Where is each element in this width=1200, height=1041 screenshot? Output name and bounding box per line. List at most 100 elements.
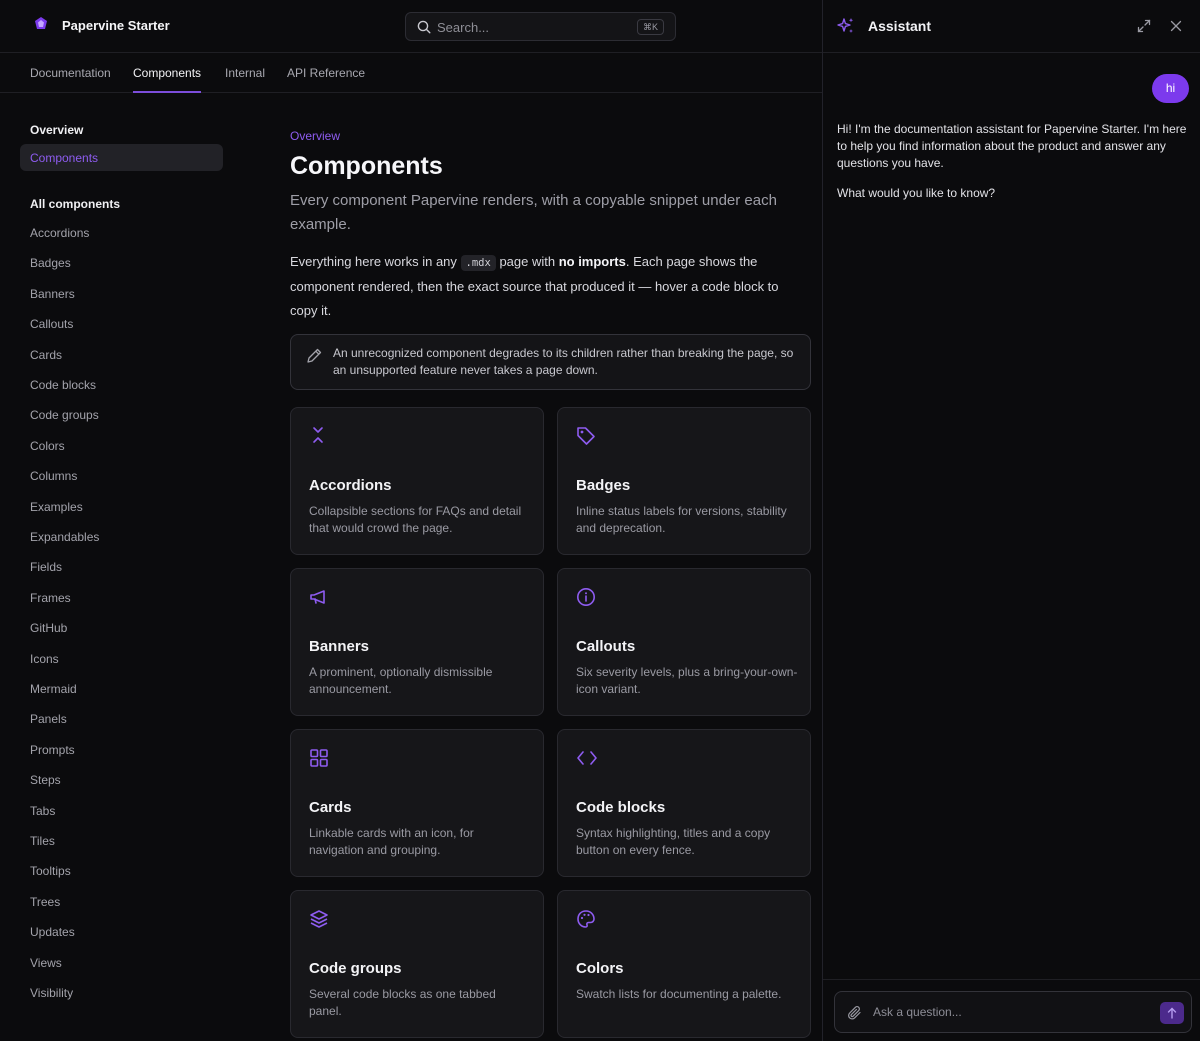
card-code-groups[interactable]: Code groups Several code blocks as one t… [290,890,544,1038]
tab-documentation[interactable]: Documentation [30,66,111,93]
inline-code: .mdx [460,255,496,271]
card-banners[interactable]: Banners A prominent, optionally dismissi… [290,568,544,716]
sidebar-item-banners[interactable]: Banners [30,287,75,301]
megaphone-icon [309,587,329,607]
grid-icon [309,748,329,768]
docs-app: Papervine Starter Search... ⌘K Documenta… [0,0,822,1041]
card-title: Banners [309,638,370,655]
card-accordions[interactable]: Accordions Collapsible sections for FAQs… [290,407,544,555]
card-title: Code blocks [576,799,666,816]
tab-api-reference[interactable]: API Reference [287,66,365,93]
sidebar-item-github[interactable]: GitHub [30,621,67,635]
sidebar-item-icons[interactable]: Icons [30,652,59,666]
tab-components[interactable]: Components [133,66,202,93]
code-icon [576,748,598,768]
ask-question-input[interactable]: Ask a question... [834,991,1192,1033]
sidebar-item-expandables[interactable]: Expandables [30,530,99,544]
sidebar-item-prompts[interactable]: Prompts [30,743,75,757]
sidebar-item-panels[interactable]: Panels [30,712,67,726]
sidebar-item-updates[interactable]: Updates [30,925,75,939]
expand-icon[interactable] [1137,19,1151,33]
card-title: Callouts [576,638,636,655]
card-description: Inline status labels for versions, stabi… [576,504,787,535]
sidebar-item-label: Components [30,151,99,165]
assistant-message: Hi! I'm the documentation assistant for … [837,122,1187,170]
card-description: Collapsible sections for FAQs and detail… [309,504,522,535]
sidebar-item-callouts[interactable]: Callouts [30,317,73,331]
sidebar-item-tiles[interactable]: Tiles [30,834,55,848]
sidebar-section-all-components: All components [30,197,121,211]
close-icon[interactable] [1169,19,1183,33]
assistant-message: What would you like to know? [837,186,996,200]
brand-name[interactable]: Papervine Starter [62,18,170,33]
brand-logo-icon[interactable] [33,16,49,32]
card-description: Several code blocks as one tabbed panel. [309,987,496,1018]
send-button[interactable] [1160,1002,1184,1024]
sidebar-item-tabs[interactable]: Tabs [30,804,55,818]
sidebar-item-frames[interactable]: Frames [30,591,71,605]
sidebar-item-accordions[interactable]: Accordions [30,226,89,240]
sidebar-item-components[interactable]: Components [20,144,223,171]
chevrons-collapse-icon [309,426,327,444]
sidebar-item-code-groups[interactable]: Code groups [30,408,99,422]
card-callouts[interactable]: Callouts Six severity levels, plus a bri… [557,568,811,716]
card-description: A prominent, optionally dismissible anno… [309,665,493,696]
sidebar-item-views[interactable]: Views [30,956,62,970]
sidebar-item-code-blocks[interactable]: Code blocks [30,378,96,392]
ask-placeholder: Ask a question... [873,1005,962,1019]
card-code-blocks[interactable]: Code blocks Syntax highlighting, titles … [557,729,811,877]
sidebar-item-tooltips[interactable]: Tooltips [30,864,71,878]
sidebar-item-columns[interactable]: Columns [30,469,77,483]
card-cards[interactable]: Cards Linkable cards with an icon, for n… [290,729,544,877]
sparkle-icon [837,17,855,35]
sidebar-item-badges[interactable]: Badges [30,256,71,270]
nav-tabs: Documentation Components Internal API Re… [0,53,822,93]
note-callout: An unrecognized component degrades to it… [290,334,811,390]
card-title: Code groups [309,960,402,977]
user-message-bubble: hi [1152,74,1189,103]
card-title: Accordions [309,477,392,494]
sidebar-item-cards[interactable]: Cards [30,348,62,362]
card-description: Swatch lists for documenting a palette. [576,987,782,1001]
sidebar-section-overview[interactable]: Overview [30,123,83,137]
sidebar-item-visibility[interactable]: Visibility [30,986,73,1000]
sidebar-item-mermaid[interactable]: Mermaid [30,682,77,696]
card-colors[interactable]: Colors Swatch lists for documenting a pa… [557,890,811,1038]
breadcrumb[interactable]: Overview [290,129,340,143]
card-title: Colors [576,960,624,977]
paperclip-icon[interactable] [847,1005,863,1021]
search-icon [417,20,431,34]
sidebar: Overview Components All components Accor… [0,93,240,1041]
info-circle-icon [576,587,596,607]
page-title: Components [290,152,443,180]
assistant-panel: Assistant hi Hi! I'm the documentation a… [822,0,1200,1041]
search-placeholder: Search... [437,20,490,35]
tag-icon [576,426,596,446]
layers-icon [309,909,329,929]
card-description: Six severity levels, plus a bring-your-o… [576,665,798,696]
sidebar-item-steps[interactable]: Steps [30,773,61,787]
tab-internal[interactable]: Internal [225,66,265,93]
note-text: An unrecognized component degrades to it… [333,346,794,377]
assistant-footer: Ask a question... [823,979,1200,1041]
assistant-title: Assistant [868,18,932,34]
assistant-header: Assistant [823,0,1200,53]
palette-icon [576,909,596,929]
sidebar-item-fields[interactable]: Fields [30,560,62,574]
main-content: Overview Components Every component Pape… [290,93,812,1041]
card-description: Linkable cards with an icon, for navigat… [309,826,474,857]
intro-paragraph: Everything here works in any .mdx page w… [290,254,779,318]
sidebar-item-trees[interactable]: Trees [30,895,60,909]
card-title: Cards [309,799,352,816]
card-description: Syntax highlighting, titles and a copy b… [576,826,771,857]
top-bar: Papervine Starter Search... ⌘K [0,0,822,53]
sidebar-item-examples[interactable]: Examples [30,500,83,514]
arrow-up-icon [1167,1007,1177,1019]
sidebar-item-colors[interactable]: Colors [30,439,65,453]
pencil-icon [305,347,323,365]
card-title: Badges [576,477,631,494]
page-lead: Every component Papervine renders, with … [290,192,777,233]
search-box[interactable]: Search... ⌘K [405,12,676,41]
search-shortcut-badge: ⌘K [636,19,664,35]
card-badges[interactable]: Badges Inline status labels for versions… [557,407,811,555]
